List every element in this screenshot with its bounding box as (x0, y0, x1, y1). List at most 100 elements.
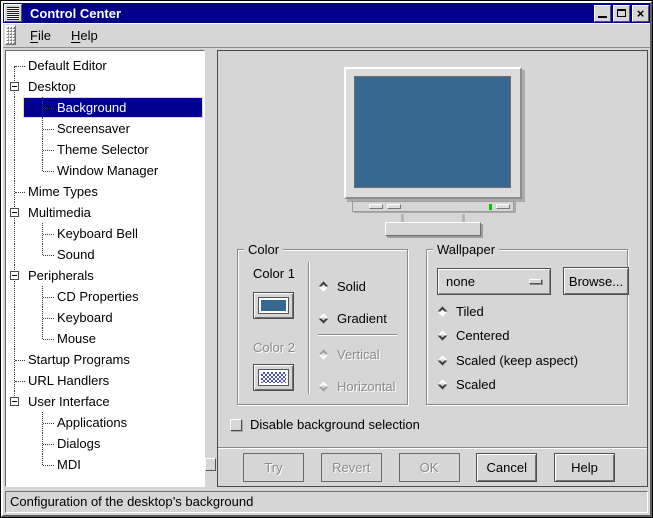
sidebar-item-label: Window Manager (57, 163, 158, 178)
window-menu-button[interactable] (4, 4, 22, 22)
monitor-preview-icon (344, 67, 522, 199)
sidebar-item-mouse[interactable]: Mouse (6, 328, 204, 349)
color2-swatch-icon (259, 370, 288, 385)
sidebar-item-mime-types[interactable]: Mime Types (6, 181, 204, 202)
sidebar-item-startup-programs[interactable]: Startup Programs (6, 349, 204, 370)
dropdown-indicator-icon (529, 279, 542, 284)
sidebar-item-mdi[interactable]: MDI (6, 454, 204, 475)
paned-divider[interactable] (205, 50, 217, 487)
revert-button[interactable]: Revert (321, 453, 382, 482)
radio-tiled[interactable]: Tiled (437, 303, 484, 319)
window-menu-icon (7, 7, 19, 20)
sidebar-item-label: Dialogs (57, 436, 100, 451)
wallpaper-dropdown[interactable]: none (437, 268, 551, 295)
sidebar-item-theme-selector[interactable]: Theme Selector (6, 139, 204, 160)
sidebar-item-label: Theme Selector (57, 142, 149, 157)
sidebar-item-label: Mime Types (28, 184, 98, 199)
sidebar-item-background[interactable]: Background (6, 97, 204, 118)
sidebar-item-applications[interactable]: Applications (6, 412, 204, 433)
color1-picker-button[interactable] (253, 292, 294, 319)
radio-diamond-icon (438, 379, 448, 389)
radio-diamond-icon (438, 330, 448, 340)
sidebar-item-desktop[interactable]: Desktop (6, 76, 204, 97)
help-button[interactable]: Help (554, 453, 615, 482)
radio-diamond-icon (438, 355, 448, 365)
radio-diamond-icon (438, 306, 448, 316)
sidebar-item-keyboard-bell[interactable]: Keyboard Bell (6, 223, 204, 244)
monitor-power-led-icon (489, 204, 492, 210)
radio-label: Tiled (456, 304, 484, 319)
sidebar-item-sound[interactable]: Sound (6, 244, 204, 265)
sidebar-item-window-manager[interactable]: Window Manager (6, 160, 204, 181)
radio-label: Scaled (456, 377, 496, 392)
paned-handle[interactable] (205, 458, 216, 471)
sidebar-item-label: MDI (57, 457, 81, 472)
sidebar-item-multimedia[interactable]: Multimedia (6, 202, 204, 223)
minimize-icon (598, 16, 607, 18)
main-area: Default Editor Desktop Background Screensav… (3, 48, 650, 489)
radio-label: Horizontal (337, 379, 396, 394)
tree-expander-minus-icon[interactable] (10, 208, 19, 217)
background-capplet-panel: Color Color 1 Color 2 SolidGradi (217, 50, 648, 487)
radio-scaled[interactable]: Scaled (437, 376, 496, 392)
maximize-button[interactable] (613, 5, 630, 22)
tree-expander-minus-icon[interactable] (10, 82, 19, 91)
wallpaper-frame-title: Wallpaper (433, 242, 499, 257)
disable-background-label: Disable background selection (250, 417, 420, 432)
sidebar-item-user-interface[interactable]: User Interface (6, 391, 204, 412)
radio-solid[interactable]: Solid (318, 278, 366, 294)
browse-button[interactable]: Browse... (563, 267, 629, 295)
sidebar-item-label: Sound (57, 247, 95, 262)
tree-expander-minus-icon[interactable] (10, 271, 19, 280)
sidebar-item-peripherals[interactable]: Peripherals (6, 265, 204, 286)
disable-background-checkbox[interactable] (230, 419, 242, 431)
radio-scaled-keep-aspect[interactable]: Scaled (keep aspect) (437, 352, 578, 368)
window-frame: Control Center × FileHelp Default Editor… (1, 1, 652, 517)
vertical-separator (308, 262, 310, 394)
radio-diamond-icon (319, 349, 329, 359)
menu-item-help[interactable]: Help (61, 25, 108, 45)
sidebar-item-keyboard[interactable]: Keyboard (6, 307, 204, 328)
radio-gradient[interactable]: Gradient (318, 310, 387, 326)
color-frame: Color Color 1 Color 2 SolidGradi (237, 249, 408, 405)
statusbar: Configuration of the desktop’s backgroun… (5, 491, 648, 513)
cancel-button[interactable]: Cancel (476, 453, 537, 482)
radio-diamond-icon (319, 313, 329, 323)
background-preview (218, 51, 647, 243)
radio-diamond-icon (319, 281, 329, 291)
radio-label: Scaled (keep aspect) (456, 353, 578, 368)
sidebar-item-label: Startup Programs (28, 352, 130, 367)
color2-picker-button[interactable] (253, 364, 294, 391)
radio-centered[interactable]: Centered (437, 327, 509, 343)
menu-item-file[interactable]: File (20, 25, 61, 45)
sidebar-item-screensaver[interactable]: Screensaver (6, 118, 204, 139)
wallpaper-dropdown-value: none (446, 274, 475, 289)
menubar-grip-handle[interactable] (5, 25, 16, 45)
disable-background-row[interactable]: Disable background selection (230, 417, 647, 432)
menubar: FileHelp (3, 23, 650, 48)
sidebar-item-label: CD Properties (57, 289, 139, 304)
sidebar-item-dialogs[interactable]: Dialogs (6, 433, 204, 454)
minimize-button[interactable] (594, 5, 611, 22)
sidebar-item-cd-properties[interactable]: CD Properties (6, 286, 204, 307)
radio-vertical[interactable]: Vertical (318, 346, 380, 362)
monitor-base (385, 222, 481, 236)
titlebar[interactable]: Control Center × (3, 3, 650, 23)
sidebar-item-label: Multimedia (28, 205, 91, 220)
try-button[interactable]: Try (243, 453, 304, 482)
monitor-button-icon (387, 204, 401, 209)
tree-expander-minus-icon[interactable] (10, 397, 19, 406)
sidebar-item-label: Keyboard Bell (57, 226, 138, 241)
sidebar-item-label: Mouse (57, 331, 96, 346)
color1-label: Color 1 (246, 266, 302, 281)
color2-label: Color 2 (246, 340, 302, 355)
sidebar-item-label: Screensaver (57, 121, 130, 136)
action-button-row: Try Revert OK Cancel Help (218, 449, 647, 486)
sidebar-item-label: Desktop (28, 79, 76, 94)
sidebar-item-url-handlers[interactable]: URL Handlers (6, 370, 204, 391)
sidebar-item-default-editor[interactable]: Default Editor (6, 55, 204, 76)
menubar-items: FileHelp (20, 25, 108, 45)
ok-button[interactable]: OK (399, 453, 460, 482)
close-button[interactable]: × (632, 5, 649, 22)
radio-horizontal[interactable]: Horizontal (318, 378, 396, 394)
